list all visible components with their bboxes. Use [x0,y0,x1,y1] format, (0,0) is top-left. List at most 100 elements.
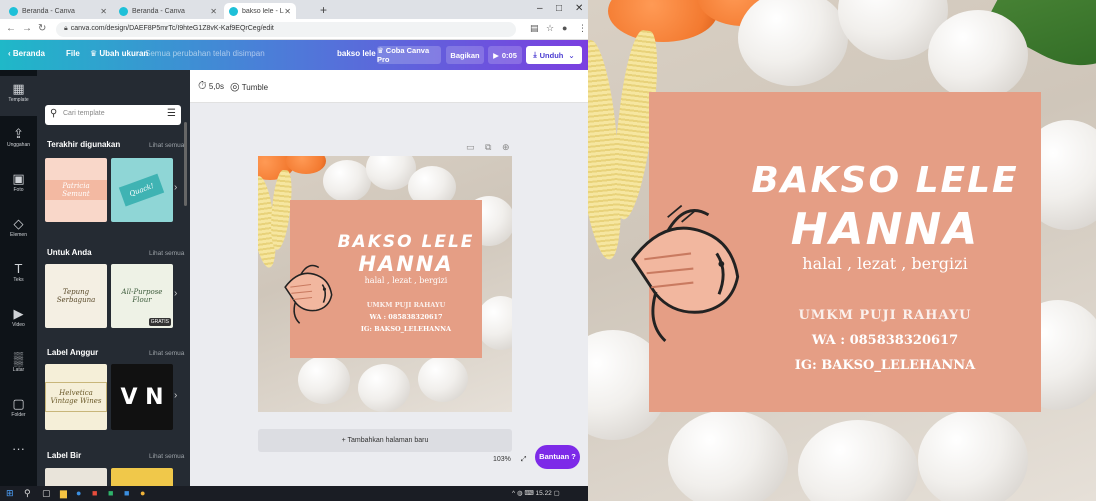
search-icon: ⚲ [50,108,58,119]
owner-text: UMKM PUJI RAHAYU [366,301,446,309]
url-text: canva.com/design/DAEF8P5mrTc/I9hteG1Z8vK… [70,25,274,32]
filter-icon[interactable]: ☰ [167,108,176,119]
browser-tab-2[interactable]: Beranda - Canva ✕ [114,3,222,19]
template-thumb[interactable]: V N [111,364,173,430]
app-icon[interactable]: ■ [108,488,113,498]
duplicate-page-icon[interactable]: ⧉ [485,142,491,153]
file-menu[interactable]: File [66,49,80,58]
try-pro-button[interactable]: ♛ Coba Canva Pro [377,46,441,64]
reload-icon[interactable]: ↻ [38,23,46,34]
tagline: halal , lezat , bergizi [364,276,448,285]
browser-tab-3[interactable]: bakso lele - Label ✕ [224,3,296,19]
resize-menu[interactable]: ♛ Ubah ukuran [90,49,148,58]
add-page-button[interactable]: + Tambahkan halaman baru [258,429,512,452]
tab-label: Beranda - Canva [132,7,185,15]
hide-page-icon[interactable]: ▭ [466,142,475,153]
design-name[interactable]: bakso lele [337,49,376,58]
rail-item-label: Latar [12,367,25,373]
app-icon[interactable]: ■ [124,488,129,498]
design-canvas[interactable]: BAKSO LELE HANNA halal , lezat , bergizi… [258,156,512,412]
section-title-recent: Terakhir digunakan [47,140,121,149]
see-all-beer-link[interactable]: Lihat semua [149,453,184,460]
try-pro-label: ♛ Coba Canva Pro [377,46,430,64]
maximize-button[interactable]: □ [556,3,562,14]
template-thumb[interactable]: Quack! [111,158,173,222]
thumb-text: Quack! [119,173,165,207]
browser-tab-strip: Beranda - Canva ✕ Beranda - Canva ✕ baks… [0,0,588,19]
rail-item-more[interactable]: ··· [0,436,37,476]
template-thumb[interactable]: Patricia Semunt [45,158,107,222]
browser-menu-icon[interactable]: ⋮ [578,23,587,34]
forward-arrow-icon[interactable]: → [22,23,32,34]
minimize-button[interactable]: – [537,3,543,14]
duration-control[interactable]: ⏱ 5,0s [198,80,224,93]
owner-text: UMKM PUJI RAHAYU [798,308,972,323]
rail-item-template[interactable]: ▦ Template [0,76,37,116]
new-tab-button[interactable]: + [320,3,327,17]
download-label: Unduh [539,50,564,60]
panel-scrollbar[interactable] [184,122,187,206]
chevron-right-icon[interactable]: › [174,182,177,193]
play-icon: ▶ [493,50,499,60]
more-icon: ··· [12,441,25,456]
present-button[interactable]: ▶ 0:05 [488,46,522,64]
app-icon[interactable]: ■ [92,488,97,498]
rail-item-text[interactable]: T Teks [0,256,37,296]
back-arrow-icon[interactable]: ← [6,23,16,34]
template-thumb[interactable]: Tepung Serbaguna [45,264,107,328]
template-thumb[interactable]: Helvetica Vintage Wines [45,364,107,430]
extension-icon[interactable]: ▤ [530,23,539,34]
chrome-icon[interactable]: ● [140,488,145,498]
close-window-button[interactable]: ✕ [575,3,583,14]
see-all-for-you-link[interactable]: Lihat semua [149,250,184,257]
rail-item-label: Foto [13,187,24,193]
template-thumb[interactable]: All-Purpose Flour GRATIS [111,264,173,328]
rail-item-video[interactable]: ▶ Video [0,301,37,341]
taskbar-search-icon[interactable]: ⚲ [24,488,31,499]
canva-favicon-icon [9,6,18,16]
tab-close-icon[interactable]: ✕ [100,7,107,16]
rail-item-label: Folder [11,412,26,418]
rail-item-photos[interactable]: ▣ Foto [0,166,37,206]
help-button[interactable]: Bantuan ? [535,445,580,469]
rail-item-elements[interactable]: ◇ Elemen [0,211,37,251]
chevron-down-icon: ⌄ [568,50,575,60]
tab-close-icon[interactable]: ✕ [210,7,217,16]
edge-icon[interactable]: ● [76,488,81,498]
template-search-input[interactable]: ⚲ Cari template ☰ [45,105,181,125]
section-title-for-you: Untuk Anda [47,248,92,257]
download-button[interactable]: ⤓ Unduh ⌄ [526,46,582,64]
file-explorer-icon[interactable]: ▆ [60,488,67,499]
share-button[interactable]: Bagikan [446,46,484,64]
browser-tab-1[interactable]: Beranda - Canva ✕ [4,3,112,19]
profile-avatar-icon[interactable]: ● [562,23,567,33]
rail-item-folder[interactable]: ▢ Folder [0,391,37,431]
folder-icon: ▢ [12,396,25,411]
task-view-icon[interactable]: ▢ [42,488,51,499]
tab-label: bakso lele - Label [242,7,284,15]
see-all-recent-link[interactable]: Lihat semua [149,142,184,149]
url-field[interactable]: 🔒︎ canva.com/design/DAEF8P5mrTc/I9hteG1Z8… [56,22,516,37]
windows-start-icon[interactable]: ⊞ [6,488,14,499]
label-card[interactable]: BAKSO LELE HANNA halal , lezat , bergizi… [630,92,1041,412]
home-back-link[interactable]: ‹ Beranda [8,49,45,58]
animation-control[interactable]: ◎ Tumble [230,80,268,93]
design-preview-large: BAKSO LELE HANNA halal , lezat , bergizi… [588,0,1096,501]
rail-item-uploads[interactable]: ⇪ Unggahan [0,121,37,161]
add-page-icon[interactable]: ⊕ [502,142,510,153]
label-card[interactable]: BAKSO LELE HANNA halal , lezat , bergizi… [284,200,482,358]
share-label: Bagikan [450,50,480,60]
chevron-right-icon[interactable]: › [174,288,177,299]
chevron-right-icon[interactable]: › [174,390,177,401]
section-title-beer-label: Label Bir [47,451,82,460]
clock-time: 15.22 [535,490,552,497]
rail-item-label: Teks [13,277,24,283]
rail-item-background[interactable]: ▒ Latar [0,346,37,386]
template-thumb[interactable] [111,468,173,486]
tab-close-icon[interactable]: ✕ [284,7,291,16]
zoom-level[interactable]: 103% ⤢ [493,456,526,464]
save-status: Semua perubahan telah disimpan [145,49,265,58]
star-bookmark-icon[interactable]: ☆ [546,23,554,34]
template-thumb[interactable] [45,468,107,486]
see-all-wine-link[interactable]: Lihat semua [149,350,184,357]
